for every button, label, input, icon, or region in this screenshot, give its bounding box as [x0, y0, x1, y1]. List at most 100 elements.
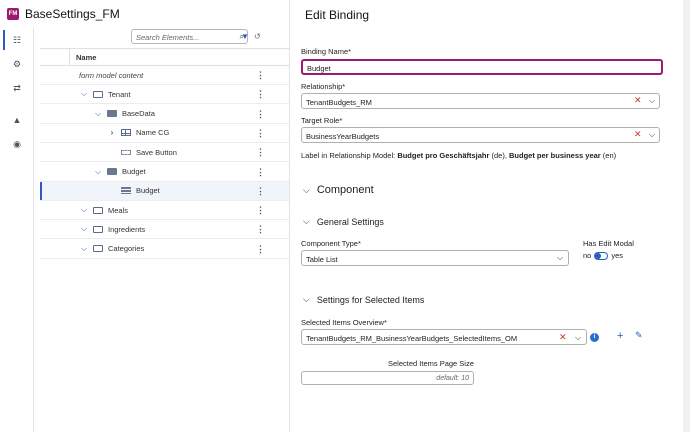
component-type-select[interactable]: Table List [301, 250, 569, 266]
tree-row[interactable]: › Name CG ⋮ [40, 124, 290, 143]
selected-items-settings-toggle[interactable]: ⌵ Settings for Selected Items [303, 294, 424, 305]
tree-row[interactable]: ⌵ Meals ⋮ [40, 201, 290, 221]
component-section-toggle[interactable]: ⌵ Component [303, 184, 374, 196]
component-type-value: Table List [306, 255, 338, 264]
kebab-menu-icon[interactable]: ⋮ [256, 244, 265, 255]
filter-icon[interactable]: ▼ [241, 32, 249, 41]
rail-shapes-button[interactable]: ▲ [0, 108, 34, 132]
hierarchy-icon: ☷ [12, 34, 22, 45]
app-header: FM BaseSettings_FM [0, 0, 290, 28]
kebab-menu-icon[interactable]: ⋮ [256, 167, 265, 178]
overview-clear-icon[interactable]: ✕ [559, 332, 567, 343]
tree-row-label: Ingredients [108, 224, 146, 234]
container-icon [93, 225, 103, 233]
chevron-down-icon[interactable]: ⌵ [92, 109, 104, 119]
gear-icon: ⚙ [12, 58, 22, 69]
kebab-menu-icon[interactable]: ⋮ [256, 147, 265, 158]
database-icon [107, 110, 117, 118]
container-icon [93, 206, 103, 214]
chevron-down-icon[interactable]: ⌵ [78, 224, 90, 234]
binding-name-label: Binding Name* [301, 47, 352, 56]
target-role-value: BusinessYearBudgets [306, 132, 380, 141]
grid-icon [121, 129, 131, 137]
app-logo-icon: FM [7, 8, 19, 20]
toggle-switch[interactable] [594, 251, 609, 260]
tree-row-label: Budget [136, 186, 160, 196]
tree-row[interactable]: ⌵ Tenant ⋮ [40, 85, 290, 105]
swap-icon: ⇄ [13, 82, 21, 93]
rail-hierarchy-button[interactable]: ☷ [0, 28, 34, 52]
chevron-right-icon[interactable]: › [106, 128, 118, 137]
kebab-menu-icon[interactable]: ⋮ [256, 205, 265, 216]
chevron-down-icon[interactable]: ⌵ [78, 244, 90, 254]
history-icon[interactable]: ↺ [254, 32, 261, 41]
selected-items-overview-label: Selected Items Overview* [301, 318, 387, 327]
tree-panel: Search Elements... ⌕ ▼ ↺ Name form model… [40, 28, 290, 432]
tree-row[interactable]: form model content ⋮ [40, 66, 290, 85]
target-role-chevron-down-icon[interactable]: ⌵ [649, 130, 655, 140]
chevron-down-icon: ⌵ [303, 216, 310, 226]
tree-row[interactable]: ⌵ Categories ⋮ [40, 240, 290, 259]
container-icon [93, 245, 103, 253]
tree-row-label: Name CG [136, 128, 170, 138]
left-rail: ☷ ⚙ ⇄ ▲ ◉ [0, 28, 34, 432]
search-input[interactable]: Search Elements... ⌕ [131, 29, 248, 44]
database-icon [107, 168, 117, 175]
selected-items-overview-value: TenantBudgets_RM_BusinessYearBudgets_Sel… [306, 334, 518, 343]
component-type-chevron-down-icon[interactable]: ⌵ [557, 253, 563, 263]
kebab-menu-icon[interactable]: ⋮ [256, 70, 265, 81]
rail-swap-button[interactable]: ⇄ [0, 76, 34, 100]
panel-title: Edit Binding [305, 8, 370, 22]
tree-row-label: Budget [122, 167, 146, 176]
container-icon [93, 90, 103, 98]
relationship-select[interactable]: TenantBudgets_RM [301, 93, 660, 109]
chevron-down-icon[interactable]: ⌵ [78, 89, 90, 99]
kebab-menu-icon[interactable]: ⋮ [256, 186, 265, 197]
relationship-model-label-info: Label in Relationship Model: Budget pro … [301, 151, 617, 160]
scrollbar[interactable] [683, 0, 690, 432]
tree-row[interactable]: ⌵ Budget ⋮ [40, 163, 290, 182]
eye-icon: ◉ [13, 138, 21, 149]
kebab-menu-icon[interactable]: ⋮ [256, 89, 265, 100]
kebab-menu-icon[interactable]: ⋮ [256, 109, 265, 120]
page-size-input[interactable]: default: 10 [301, 371, 474, 385]
selected-items-overview-select[interactable]: TenantBudgets_RM_BusinessYearBudgets_Sel… [301, 329, 587, 345]
tree-row-label: form model content [79, 70, 144, 80]
app-title: BaseSettings_FM [25, 7, 120, 21]
has-edit-modal-label: Has Edit Modal [583, 239, 634, 248]
tree-row[interactable]: ⌵ Ingredients ⋮ [40, 220, 290, 240]
chevron-down-icon: ⌵ [303, 294, 310, 304]
kebab-menu-icon[interactable]: ⋮ [256, 224, 265, 235]
kebab-menu-icon[interactable]: ⋮ [256, 128, 265, 139]
tree-row-label: Tenant [108, 89, 131, 99]
table-list-icon [121, 187, 131, 195]
target-role-clear-icon[interactable]: ✕ [634, 129, 642, 140]
tree-row[interactable]: ⌵ BaseData ⋮ [40, 105, 290, 124]
binding-name-field[interactable]: Budget [301, 59, 663, 75]
general-settings-toggle[interactable]: ⌵ General Settings [303, 216, 384, 227]
general-settings-title: General Settings [316, 216, 384, 227]
rail-preview-button[interactable]: ◉ [0, 132, 34, 156]
overview-chevron-down-icon[interactable]: ⌵ [575, 333, 581, 343]
shapes-icon: ▲ [12, 115, 22, 125]
tree-row-label: Categories [108, 244, 145, 254]
add-icon[interactable]: + [617, 330, 623, 342]
tree-row[interactable]: Budget ⋮ [40, 181, 290, 201]
edit-pencil-icon[interactable]: ✎ [635, 330, 643, 341]
relationship-clear-icon[interactable]: ✕ [634, 95, 642, 106]
target-role-label: Target Role* [301, 116, 343, 125]
chevron-down-icon: ⌵ [303, 184, 310, 195]
target-role-select[interactable]: BusinessYearBudgets [301, 127, 660, 143]
rail-settings-button[interactable]: ⚙ [0, 52, 34, 76]
tree-row[interactable]: Save Button ⋮ [40, 143, 290, 163]
chevron-down-icon[interactable]: ⌵ [78, 205, 90, 215]
component-type-label: Component Type* [301, 239, 361, 248]
selected-items-settings-title: Settings for Selected Items [316, 294, 425, 305]
has-edit-modal-toggle[interactable]: no yes [583, 251, 623, 260]
chevron-down-icon[interactable]: ⌵ [92, 167, 104, 177]
search-placeholder: Search Elements... [136, 33, 200, 42]
info-icon[interactable]: i [590, 333, 599, 342]
relationship-chevron-down-icon[interactable]: ⌵ [649, 96, 655, 106]
edit-binding-panel: Edit Binding Binding Name* Budget Relati… [300, 0, 680, 432]
tree-row-label: Save Button [136, 147, 177, 157]
